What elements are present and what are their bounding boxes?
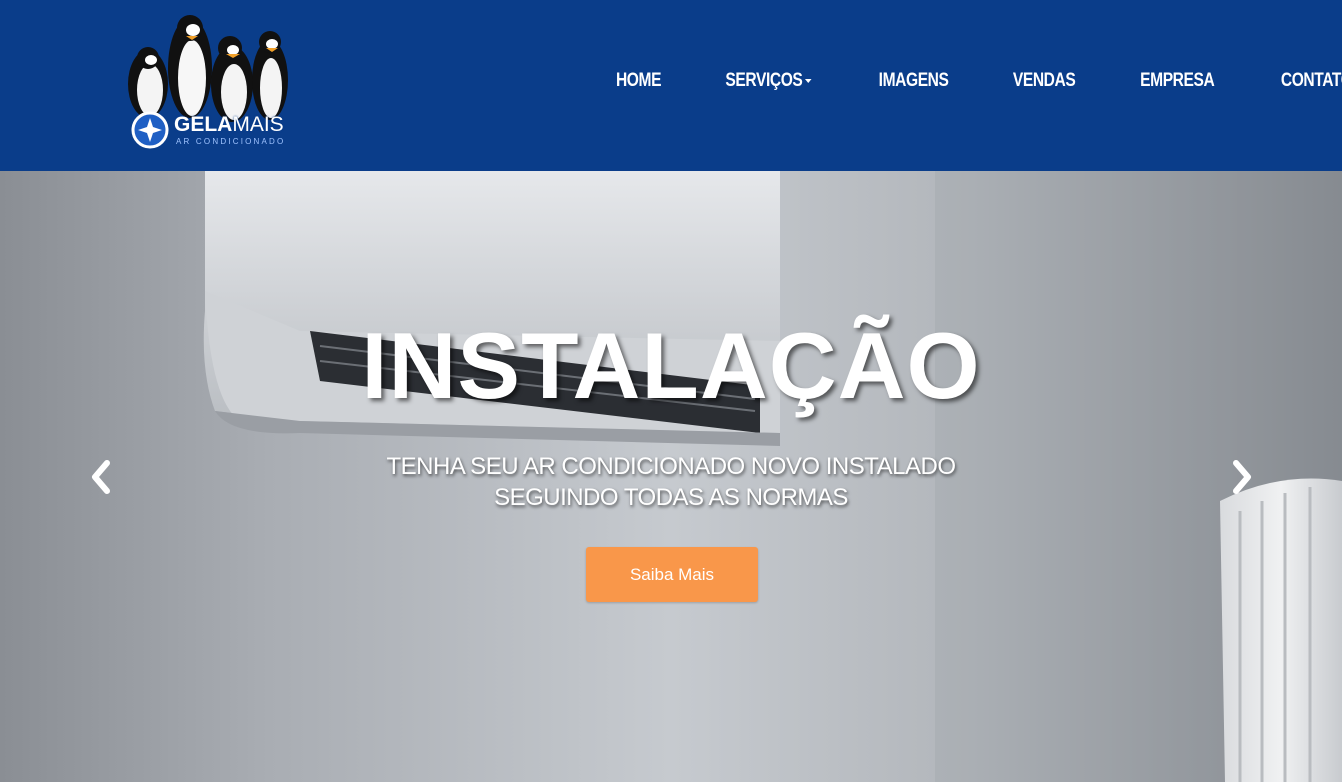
nav-item-vendas[interactable]: VENDAS	[992, 66, 1095, 96]
nav-item-contato[interactable]: CONTATO	[1260, 66, 1342, 96]
brand-logo[interactable]: GELAMAIS AR CONDICIONADO	[120, 6, 290, 156]
saiba-mais-button[interactable]: Saiba Mais	[586, 547, 758, 602]
hero-title: INSTALAÇÃO	[361, 313, 981, 418]
hero-subtitle-line: SEGUINDO TODAS AS NORMAS	[494, 484, 848, 511]
nav-item-imagens[interactable]: IMAGENS	[858, 66, 969, 96]
nav-label: CONTATO	[1280, 70, 1342, 91]
nav-label: IMAGENS	[878, 70, 949, 91]
caret-down-icon	[804, 78, 812, 83]
navbar: GELAMAIS AR CONDICIONADO HOME SERVIÇOS I…	[0, 0, 1342, 171]
nav-label: SERVIÇOS	[725, 70, 803, 91]
nav-label: VENDAS	[1012, 70, 1076, 91]
hero-subtitle-line: TENHA SEU AR CONDICIONADO NOVO INSTALADO	[386, 453, 956, 480]
brand-tagline: AR CONDICIONADO	[176, 137, 286, 146]
brand-name: GELAMAIS	[174, 113, 284, 136]
nav-label: EMPRESA	[1140, 70, 1215, 91]
nav-label: HOME	[615, 70, 662, 91]
nav-item-servicos[interactable]: SERVIÇOS	[705, 66, 832, 96]
hero-subtitle: TENHA SEU AR CONDICIONADO NOVO INSTALADO…	[0, 451, 1342, 513]
nav-item-home[interactable]: HOME	[595, 66, 681, 96]
hero-carousel: INSTALAÇÃO TENHA SEU AR CONDICIONADO NOV…	[0, 171, 1342, 782]
main-nav: HOME SERVIÇOS IMAGENS VENDAS EMPRESA CON…	[586, 66, 1342, 96]
nav-item-empresa[interactable]: EMPRESA	[1120, 66, 1235, 96]
